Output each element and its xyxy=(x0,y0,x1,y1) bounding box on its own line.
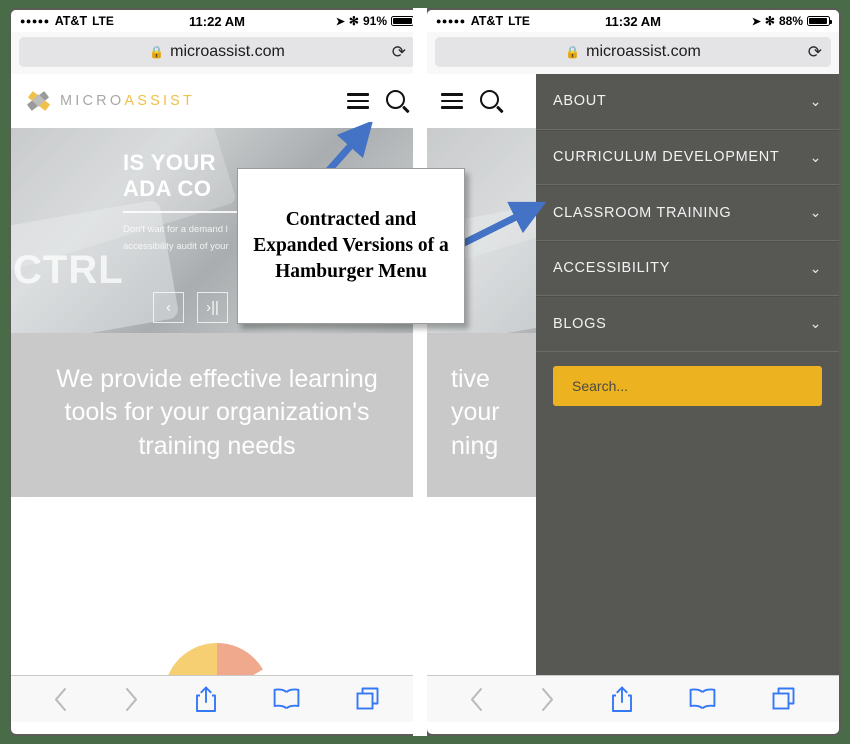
header-actions-left xyxy=(347,89,409,113)
phone-expanded: ●●●●● AT&T LTE 11:32 AM ➤ ✻ 88% 🔒 microa… xyxy=(425,8,841,736)
tabs-icon[interactable] xyxy=(772,687,797,712)
site-logo[interactable]: MICROASSIST xyxy=(25,88,195,114)
status-left-group-right: ●●●●● AT&T LTE xyxy=(436,14,530,28)
back-button[interactable] xyxy=(53,687,68,712)
page-viewport-right: tive your ning ABOUT ⌄ CURRICULUM DEVELO… xyxy=(427,74,839,675)
logo-accent-text: ASSIST xyxy=(124,93,196,109)
signal-dots-icon: ●●●●● xyxy=(20,15,50,26)
bookmarks-icon[interactable] xyxy=(689,688,716,710)
menu-item-curriculum-development[interactable]: CURRICULUM DEVELOPMENT ⌄ xyxy=(536,129,839,185)
tabs-icon[interactable] xyxy=(356,687,381,712)
tagline-text: We provide effective learning tools for … xyxy=(56,365,378,460)
hamburger-menu-icon[interactable] xyxy=(441,93,463,109)
network-label: LTE xyxy=(92,14,114,28)
search-icon[interactable] xyxy=(480,89,503,113)
tagline-partial-line3: ning xyxy=(451,431,499,460)
menu-item-classroom-training[interactable]: CLASSROOM TRAINING ⌄ xyxy=(536,185,839,241)
annotation-callout: Contracted and Expanded Versions of a Ha… xyxy=(237,168,465,324)
status-left-group: ●●●●● AT&T LTE xyxy=(20,14,114,28)
carousel-play-pause-button[interactable]: ›|| xyxy=(197,292,228,323)
browser-chrome-left: 🔒 microassist.com ⟳ xyxy=(11,32,423,74)
chevron-down-icon[interactable]: ⌄ xyxy=(810,260,822,277)
pie-graphic xyxy=(164,642,270,675)
browser-chrome-right: 🔒 microassist.com ⟳ xyxy=(427,32,839,74)
hero-ctrl-key-label: CTRL xyxy=(13,248,124,292)
chevron-down-icon[interactable]: ⌄ xyxy=(810,149,822,166)
menu-item-about[interactable]: ABOUT ⌄ xyxy=(536,74,839,130)
hamburger-menu-icon[interactable] xyxy=(347,93,369,109)
carrier-label: AT&T xyxy=(470,14,504,28)
menu-item-label: CLASSROOM TRAINING xyxy=(553,204,732,221)
status-right-group: ➤ ✻ 91% xyxy=(335,14,417,28)
lock-icon: 🔒 xyxy=(149,45,165,59)
tagline-partial-line1: tive xyxy=(451,365,490,393)
safari-toolbar-left xyxy=(11,675,423,722)
share-icon[interactable] xyxy=(195,686,217,713)
bluetooth-icon: ✻ xyxy=(348,14,359,28)
battery-icon xyxy=(391,15,417,27)
menu-item-label: BLOGS xyxy=(553,315,607,332)
bluetooth-icon: ✻ xyxy=(764,14,775,28)
bookmarks-icon[interactable] xyxy=(273,688,300,710)
frame-gap xyxy=(413,8,427,736)
address-bar-left[interactable]: 🔒 microassist.com ⟳ xyxy=(19,37,415,67)
tagline-section-left: We provide effective learning tools for … xyxy=(11,333,423,525)
logo-primary-text: MICRO xyxy=(60,93,125,109)
url-text: microassist.com xyxy=(170,43,285,60)
chevron-down-icon[interactable]: ⌄ xyxy=(810,93,822,110)
search-icon[interactable] xyxy=(386,89,409,113)
forward-button[interactable] xyxy=(124,687,139,712)
forward-button[interactable] xyxy=(540,687,555,712)
annotation-callout-text: Contracted and Expanded Versions of a Ha… xyxy=(253,208,449,283)
reload-icon[interactable]: ⟳ xyxy=(808,44,822,61)
site-header-left: MICROASSIST xyxy=(11,74,423,128)
phone-contracted: ●●●●● AT&T LTE 11:22 AM ➤ ✻ 91% 🔒 microa… xyxy=(9,8,425,736)
carousel-controls: ‹ ›|| xyxy=(153,292,228,323)
status-right-group-right: ➤ ✻ 88% xyxy=(751,14,833,28)
tagline-partial-line2: your xyxy=(451,398,500,427)
carousel-prev-button[interactable]: ‹ xyxy=(153,292,184,323)
logo-wordmark: MICROASSIST xyxy=(60,93,195,109)
chevron-down-icon[interactable]: ⌄ xyxy=(810,204,822,221)
url-display-left: 🔒 microassist.com xyxy=(149,43,285,61)
location-arrow-icon: ➤ xyxy=(335,15,345,28)
battery-percent: 91% xyxy=(362,14,387,28)
url-text: microassist.com xyxy=(586,43,701,60)
address-bar-right[interactable]: 🔒 microassist.com ⟳ xyxy=(435,37,831,67)
menu-item-label: ACCESSIBILITY xyxy=(553,260,671,277)
page-viewport-left: MICROASSIST CTRL IS YOUR ADA CO Don't wa… xyxy=(11,74,423,675)
url-display-right: 🔒 microassist.com xyxy=(565,43,701,61)
menu-item-label: CURRICULUM DEVELOPMENT xyxy=(553,149,780,166)
network-label: LTE xyxy=(508,14,530,28)
share-icon[interactable] xyxy=(611,686,633,713)
back-button[interactable] xyxy=(469,687,484,712)
menu-item-blogs[interactable]: BLOGS ⌄ xyxy=(536,296,839,352)
carrier-label: AT&T xyxy=(54,14,88,28)
screenshot-stage: ●●●●● AT&T LTE 11:22 AM ➤ ✻ 91% 🔒 microa… xyxy=(0,0,850,744)
chevron-down-icon[interactable]: ⌄ xyxy=(810,315,822,332)
signal-dots-icon: ●●●●● xyxy=(436,15,466,26)
lock-icon: 🔒 xyxy=(565,45,581,59)
location-arrow-icon: ➤ xyxy=(751,15,761,28)
status-bar-left: ●●●●● AT&T LTE 11:22 AM ➤ ✻ 91% xyxy=(11,10,423,32)
safari-toolbar-right xyxy=(427,675,839,722)
navigation-drawer: ABOUT ⌄ CURRICULUM DEVELOPMENT ⌄ CLASSRO… xyxy=(536,74,839,675)
menu-item-accessibility[interactable]: ACCESSIBILITY ⌄ xyxy=(536,240,839,296)
status-bar-right: ●●●●● AT&T LTE 11:32 AM ➤ ✻ 88% xyxy=(427,10,839,32)
menu-item-label: ABOUT xyxy=(553,93,607,110)
reload-icon[interactable]: ⟳ xyxy=(392,44,406,61)
below-fold-section-left xyxy=(11,496,423,675)
logo-mark-icon xyxy=(25,88,53,114)
search-placeholder: Search... xyxy=(572,377,629,394)
battery-icon xyxy=(807,15,833,27)
header-actions-right xyxy=(441,89,503,113)
search-input[interactable]: Search... xyxy=(553,365,822,406)
battery-percent: 88% xyxy=(778,14,803,28)
